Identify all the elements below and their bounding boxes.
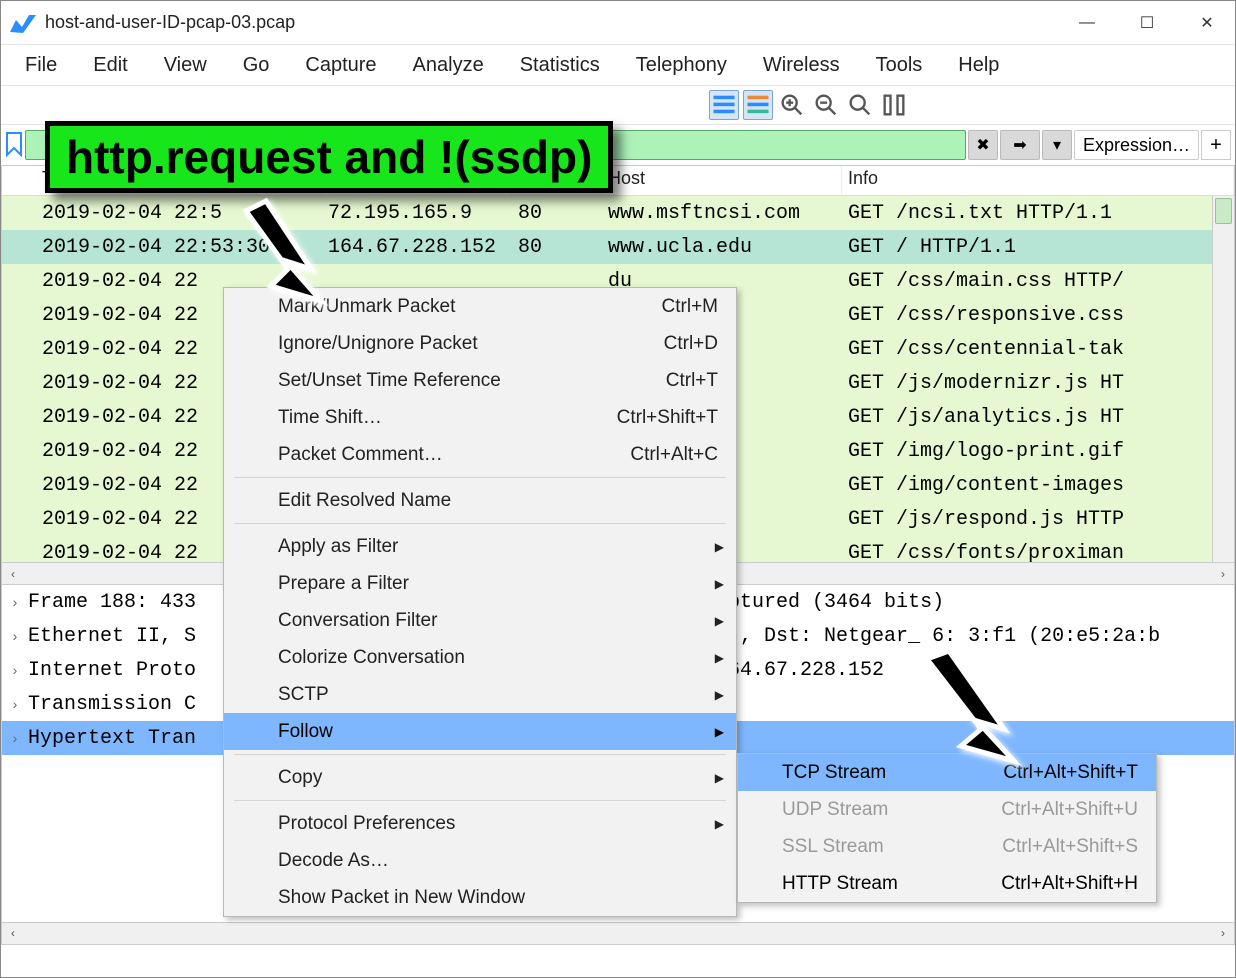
menu-help[interactable]: Help xyxy=(940,48,1017,83)
context-menu-item[interactable]: Ignore/Unignore PacketCtrl+D xyxy=(224,325,736,362)
menu-edit[interactable]: Edit xyxy=(75,48,145,83)
context-menu-item[interactable]: Decode As… xyxy=(224,842,736,879)
context-menu-separator xyxy=(234,754,726,755)
column-header-info[interactable]: Info xyxy=(842,166,1234,195)
context-menu-item[interactable]: Prepare a Filter▶ xyxy=(224,565,736,602)
context-menu: Mark/Unmark PacketCtrl+MIgnore/Unignore … xyxy=(223,287,737,917)
context-menu-item[interactable]: Colorize Conversation▶ xyxy=(224,639,736,676)
bookmark-icon[interactable] xyxy=(5,131,23,159)
auto-scroll-icon[interactable] xyxy=(709,90,739,120)
colorize-icon[interactable] xyxy=(743,90,773,120)
context-menu-separator xyxy=(234,800,726,801)
menu-wireless[interactable]: Wireless xyxy=(745,48,858,83)
context-menu-item[interactable]: Time Shift…Ctrl+Shift+T xyxy=(224,399,736,436)
submenu-caret-icon: ▶ xyxy=(715,725,724,739)
expand-caret-icon[interactable]: › xyxy=(2,628,28,644)
maximize-button[interactable]: ☐ xyxy=(1135,11,1159,35)
context-menu-separator xyxy=(234,477,726,478)
context-menu-item[interactable]: Apply as Filter▶ xyxy=(224,528,736,565)
titlebar: host-and-user-ID-pcap-03.pcap — ☐ ✕ xyxy=(1,1,1235,45)
zoom-reset-icon[interactable] xyxy=(845,90,875,120)
context-menu-item[interactable]: Show Packet in New Window xyxy=(224,879,736,916)
context-menu-item[interactable]: SCTP▶ xyxy=(224,676,736,713)
zoom-out-icon[interactable] xyxy=(811,90,841,120)
menu-view[interactable]: View xyxy=(146,48,225,83)
expand-caret-icon[interactable]: › xyxy=(2,696,28,712)
menu-analyze[interactable]: Analyze xyxy=(395,48,502,83)
details-hscroll[interactable]: ‹› xyxy=(2,922,1234,944)
window-title: host-and-user-ID-pcap-03.pcap xyxy=(45,12,1075,33)
menubar: FileEditViewGoCaptureAnalyzeStatisticsTe… xyxy=(1,45,1235,85)
menu-file[interactable]: File xyxy=(7,48,75,83)
context-menu-item[interactable]: Set/Unset Time ReferenceCtrl+T xyxy=(224,362,736,399)
follow-submenu-item: UDP StreamCtrl+Alt+Shift+U xyxy=(738,791,1156,828)
context-menu-item[interactable]: Copy▶ xyxy=(224,759,736,796)
submenu-caret-icon: ▶ xyxy=(715,688,724,702)
packet-row[interactable]: 2019-02-04 22:572.195.165.980www.msftncs… xyxy=(2,196,1234,230)
expand-caret-icon[interactable]: › xyxy=(2,662,28,678)
annotation-callout: http.request and !(ssdp) xyxy=(45,121,613,193)
clear-filter-button[interactable]: ✖ xyxy=(968,130,998,160)
annotation-arrow-2 xyxy=(909,641,1029,774)
context-menu-item[interactable]: Follow▶ xyxy=(224,713,736,750)
menu-telephony[interactable]: Telephony xyxy=(618,48,745,83)
submenu-caret-icon: ▶ xyxy=(715,540,724,554)
context-menu-separator xyxy=(234,523,726,524)
context-menu-item[interactable]: Conversation Filter▶ xyxy=(224,602,736,639)
menu-tools[interactable]: Tools xyxy=(858,48,941,83)
submenu-caret-icon: ▶ xyxy=(715,771,724,785)
submenu-caret-icon: ▶ xyxy=(715,577,724,591)
expand-caret-icon[interactable]: › xyxy=(2,730,28,746)
follow-submenu-item: SSL StreamCtrl+Alt+Shift+S xyxy=(738,828,1156,865)
toolbar xyxy=(1,85,1235,125)
context-menu-item[interactable]: Edit Resolved Name xyxy=(224,482,736,519)
menu-statistics[interactable]: Statistics xyxy=(502,48,618,83)
submenu-caret-icon: ▶ xyxy=(715,817,724,831)
submenu-caret-icon: ▶ xyxy=(715,614,724,628)
packet-list-vscroll[interactable] xyxy=(1212,196,1234,562)
resize-columns-icon[interactable] xyxy=(879,90,909,120)
context-menu-item[interactable]: Packet Comment…Ctrl+Alt+C xyxy=(224,436,736,473)
close-button[interactable]: ✕ xyxy=(1195,11,1219,35)
follow-submenu-item[interactable]: HTTP StreamCtrl+Alt+Shift+H xyxy=(738,865,1156,902)
context-menu-item[interactable]: Protocol Preferences▶ xyxy=(224,805,736,842)
follow-submenu: TCP StreamCtrl+Alt+Shift+TUDP StreamCtrl… xyxy=(737,753,1157,903)
expression-button[interactable]: Expression… xyxy=(1074,130,1199,160)
menu-go[interactable]: Go xyxy=(225,48,288,83)
expand-caret-icon[interactable]: › xyxy=(2,594,28,610)
column-header-host[interactable]: Host xyxy=(602,166,842,195)
filter-history-dropdown[interactable]: ▾ xyxy=(1042,130,1072,160)
annotation-arrow-1 xyxy=(226,191,336,314)
menu-capture[interactable]: Capture xyxy=(287,48,394,83)
packet-row[interactable]: 2019-02-04 22:53:30164.67.228.15280www.u… xyxy=(2,230,1234,264)
minimize-button[interactable]: — xyxy=(1075,11,1099,35)
wireshark-icon xyxy=(9,12,37,34)
apply-filter-button[interactable]: ➡ xyxy=(1000,130,1040,160)
submenu-caret-icon: ▶ xyxy=(715,651,724,665)
add-filter-button[interactable]: + xyxy=(1201,130,1231,160)
zoom-in-icon[interactable] xyxy=(777,90,807,120)
